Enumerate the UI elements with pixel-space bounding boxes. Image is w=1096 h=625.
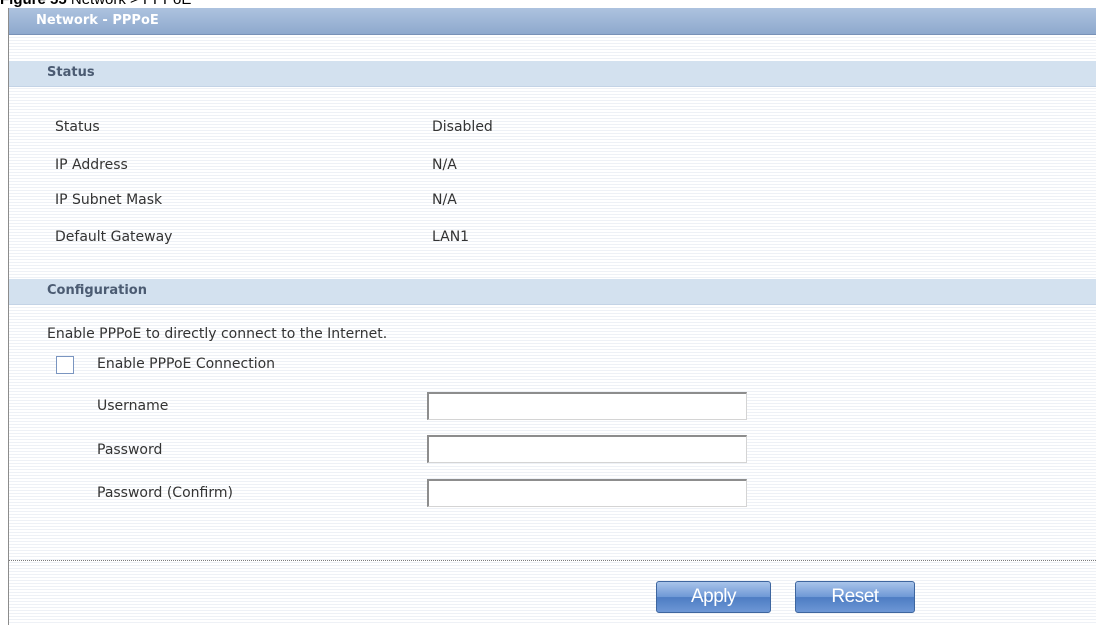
- status-section-title: Status: [47, 65, 95, 80]
- figure-caption: Figure 55 Network > PPPoE: [0, 0, 191, 8]
- default-gateway-value: LAN1: [432, 229, 470, 245]
- figure-number: Figure 55: [0, 0, 67, 8]
- status-value: Disabled: [432, 119, 493, 135]
- username-input[interactable]: [427, 392, 747, 420]
- default-gateway-label: Default Gateway: [55, 229, 173, 245]
- apply-button[interactable]: Apply: [656, 581, 771, 613]
- password-input[interactable]: [427, 435, 747, 463]
- panel-title-bar: Network - PPPoE: [9, 8, 1096, 35]
- panel-title: Network - PPPoE: [36, 13, 159, 28]
- ip-address-label: IP Address: [55, 157, 128, 173]
- password-label: Password: [97, 442, 163, 458]
- enable-pppoe-label: Enable PPPoE Connection: [97, 356, 276, 372]
- ip-subnet-mask-label: IP Subnet Mask: [55, 192, 163, 208]
- status-label: Status: [55, 119, 100, 135]
- ip-address-value: N/A: [432, 157, 457, 173]
- enable-pppoe-checkbox[interactable]: [56, 356, 74, 374]
- ip-subnet-mask-value: N/A: [432, 192, 457, 208]
- pppoe-panel: Network - PPPoE Status Status Disabled I…: [8, 8, 1096, 625]
- footer-divider: [9, 560, 1096, 561]
- figure-text: Network > PPPoE: [71, 0, 191, 8]
- configuration-section-header: Configuration: [9, 279, 1096, 305]
- username-label: Username: [97, 398, 169, 414]
- password-confirm-label: Password (Confirm): [97, 485, 233, 501]
- password-confirm-input[interactable]: [427, 479, 747, 507]
- reset-button[interactable]: Reset: [795, 581, 915, 613]
- status-section-header: Status: [9, 61, 1096, 87]
- configuration-section-title: Configuration: [47, 283, 147, 298]
- pppoe-description: Enable PPPoE to directly connect to the …: [47, 326, 388, 342]
